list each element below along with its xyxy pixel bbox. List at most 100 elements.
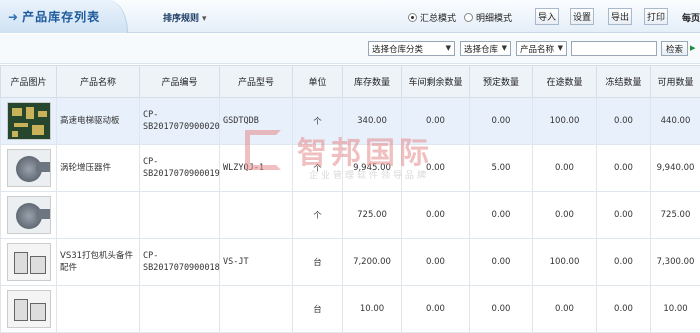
product-code-cell <box>140 286 220 333</box>
search-field-select[interactable]: 产品名称▼ <box>516 41 567 56</box>
available-cell: 9,940.00 <box>651 145 700 192</box>
product-image-cell <box>1 192 57 239</box>
table-row[interactable]: 个 725.00 0.00 0.00 0.00 0.00 725.00 <box>1 192 700 239</box>
unit-cell: 台 <box>293 286 343 333</box>
reserved-cell: 0.00 <box>470 286 533 333</box>
available-cell: 10.00 <box>651 286 700 333</box>
product-code-cell <box>140 192 220 239</box>
expand-arrow-icon[interactable]: ▸ <box>690 41 696 54</box>
product-code-cell[interactable]: CP-SB2017070900019 <box>140 145 220 192</box>
product-code-cell[interactable]: CP-SB2017070900020 <box>140 98 220 145</box>
chevron-down-icon: ▼ <box>446 44 451 52</box>
available-cell: 440.00 <box>651 98 700 145</box>
packing-machine-part-image[interactable] <box>7 243 51 281</box>
product-model-cell <box>220 192 293 239</box>
warehouse-category-select[interactable]: 选择仓库分类 ▼ <box>368 41 455 56</box>
col-header-available[interactable]: 可用数量 <box>651 66 700 98</box>
frozen-cell: 0.00 <box>597 286 651 333</box>
circuit-board-image[interactable] <box>7 102 51 140</box>
stock-cell: 9,945.00 <box>343 145 402 192</box>
frozen-cell: 0.00 <box>597 192 651 239</box>
product-model-cell: WLZYQJ-1 <box>220 145 293 192</box>
product-name-cell <box>57 192 140 239</box>
product-name-cell[interactable]: VS31打包机头备件配件 <box>57 239 140 286</box>
stock-cell: 10.00 <box>343 286 402 333</box>
search-field-value: 产品名称 <box>520 43 554 55</box>
available-cell: 7,300.00 <box>651 239 700 286</box>
transit-cell: 0.00 <box>533 192 597 239</box>
col-header-stock[interactable]: 库存数量 <box>343 66 402 98</box>
print-button[interactable]: 打印 <box>644 8 668 25</box>
unit-cell: 个 <box>293 145 343 192</box>
frozen-cell: 0.00 <box>597 145 651 192</box>
product-code-cell[interactable]: CP-SB2017070900018 <box>140 239 220 286</box>
frozen-cell: 0.00 <box>597 98 651 145</box>
stock-cell: 725.00 <box>343 192 402 239</box>
workshop-cell: 0.00 <box>402 98 470 145</box>
radio-unselected-icon <box>464 13 473 22</box>
reserved-cell: 0.00 <box>470 192 533 239</box>
page-title-tab: ➜ 产品库存列表 <box>0 0 128 33</box>
col-header-model[interactable]: 产品型号 <box>220 66 293 98</box>
search-button[interactable]: 检索 <box>661 41 688 56</box>
product-model-cell: VS-JT <box>220 239 293 286</box>
col-header-workshop[interactable]: 车间剩余数量 <box>402 66 470 98</box>
warehouse-value: 选择仓库 <box>464 43 498 55</box>
workshop-cell: 0.00 <box>402 192 470 239</box>
chevron-down-icon: ▾ <box>202 14 207 24</box>
arrow-right-icon: ➜ <box>8 10 18 24</box>
product-name-cell[interactable]: 涡轮增压器件 <box>57 145 140 192</box>
import-button[interactable]: 导入 <box>535 8 559 25</box>
radio-selected-icon <box>408 13 417 22</box>
filter-bar: 选择仓库分类 ▼ 选择仓库 ▼ 产品名称▼ 检索 ▸ <box>0 34 700 64</box>
reserved-cell: 0.00 <box>470 239 533 286</box>
product-image-cell <box>1 145 57 192</box>
unit-cell: 个 <box>293 98 343 145</box>
search-input[interactable] <box>571 41 657 56</box>
frozen-cell: 0.00 <box>597 239 651 286</box>
radio-summary-mode[interactable]: 汇总模式 <box>408 11 456 24</box>
chevron-down-icon: ▼ <box>502 44 507 52</box>
workshop-cell: 0.00 <box>402 286 470 333</box>
product-image-cell <box>1 239 57 286</box>
unit-cell: 台 <box>293 239 343 286</box>
sort-rule-dropdown[interactable]: 排序规则▾ <box>163 11 207 24</box>
radio-detail-mode[interactable]: 明细模式 <box>464 11 512 24</box>
col-header-transit[interactable]: 在途数量 <box>533 66 597 98</box>
col-header-unit[interactable]: 单位 <box>293 66 343 98</box>
product-name-cell[interactable]: 高速电梯驱动板 <box>57 98 140 145</box>
table-row[interactable]: 涡轮增压器件 CP-SB2017070900019 WLZYQJ-1 个 9,9… <box>1 145 700 192</box>
transit-cell: 0.00 <box>533 145 597 192</box>
table-row[interactable]: VS31打包机头备件配件 CP-SB2017070900018 VS-JT 台 … <box>1 239 700 286</box>
warehouse-select[interactable]: 选择仓库 ▼ <box>460 41 511 56</box>
col-header-code[interactable]: 产品编号 <box>140 66 220 98</box>
product-image-cell <box>1 286 57 333</box>
inventory-table: 产品图片 产品名称 产品编号 产品型号 单位 库存数量 车间剩余数量 预定数量 … <box>0 65 700 333</box>
table-row[interactable]: 台 10.00 0.00 0.00 0.00 0.00 10.00 <box>1 286 700 333</box>
turbocharger-image[interactable] <box>7 149 51 187</box>
turbocharger-image[interactable] <box>7 196 51 234</box>
warehouse-category-value: 选择仓库分类 <box>372 43 423 55</box>
view-mode-group: 汇总模式 明细模式 <box>408 11 512 24</box>
transit-cell: 100.00 <box>533 98 597 145</box>
table-row[interactable]: 高速电梯驱动板 CP-SB2017070900020 GSDTQDB 个 340… <box>1 98 700 145</box>
reserved-cell: 0.00 <box>470 98 533 145</box>
sort-rule-label: 排序规则 <box>163 14 199 24</box>
top-toolbar: ➜ 产品库存列表 排序规则▾ 汇总模式 明细模式 导入 设置 导出 打印 每页 <box>0 0 700 33</box>
col-header-reserved[interactable]: 预定数量 <box>470 66 533 98</box>
product-image-cell <box>1 98 57 145</box>
transit-cell: 100.00 <box>533 239 597 286</box>
col-header-name[interactable]: 产品名称 <box>57 66 140 98</box>
radio-summary-label: 汇总模式 <box>420 11 456 24</box>
packing-machine-part-image[interactable] <box>7 290 51 328</box>
stock-cell: 7,200.00 <box>343 239 402 286</box>
workshop-cell: 0.00 <box>402 239 470 286</box>
transit-cell: 0.00 <box>533 286 597 333</box>
export-button[interactable]: 导出 <box>608 8 632 25</box>
settings-button[interactable]: 设置 <box>570 8 594 25</box>
unit-cell: 个 <box>293 192 343 239</box>
stock-cell: 340.00 <box>343 98 402 145</box>
per-page-label[interactable]: 每页 <box>682 11 700 24</box>
col-header-image[interactable]: 产品图片 <box>1 66 57 98</box>
col-header-frozen[interactable]: 冻结数量 <box>597 66 651 98</box>
